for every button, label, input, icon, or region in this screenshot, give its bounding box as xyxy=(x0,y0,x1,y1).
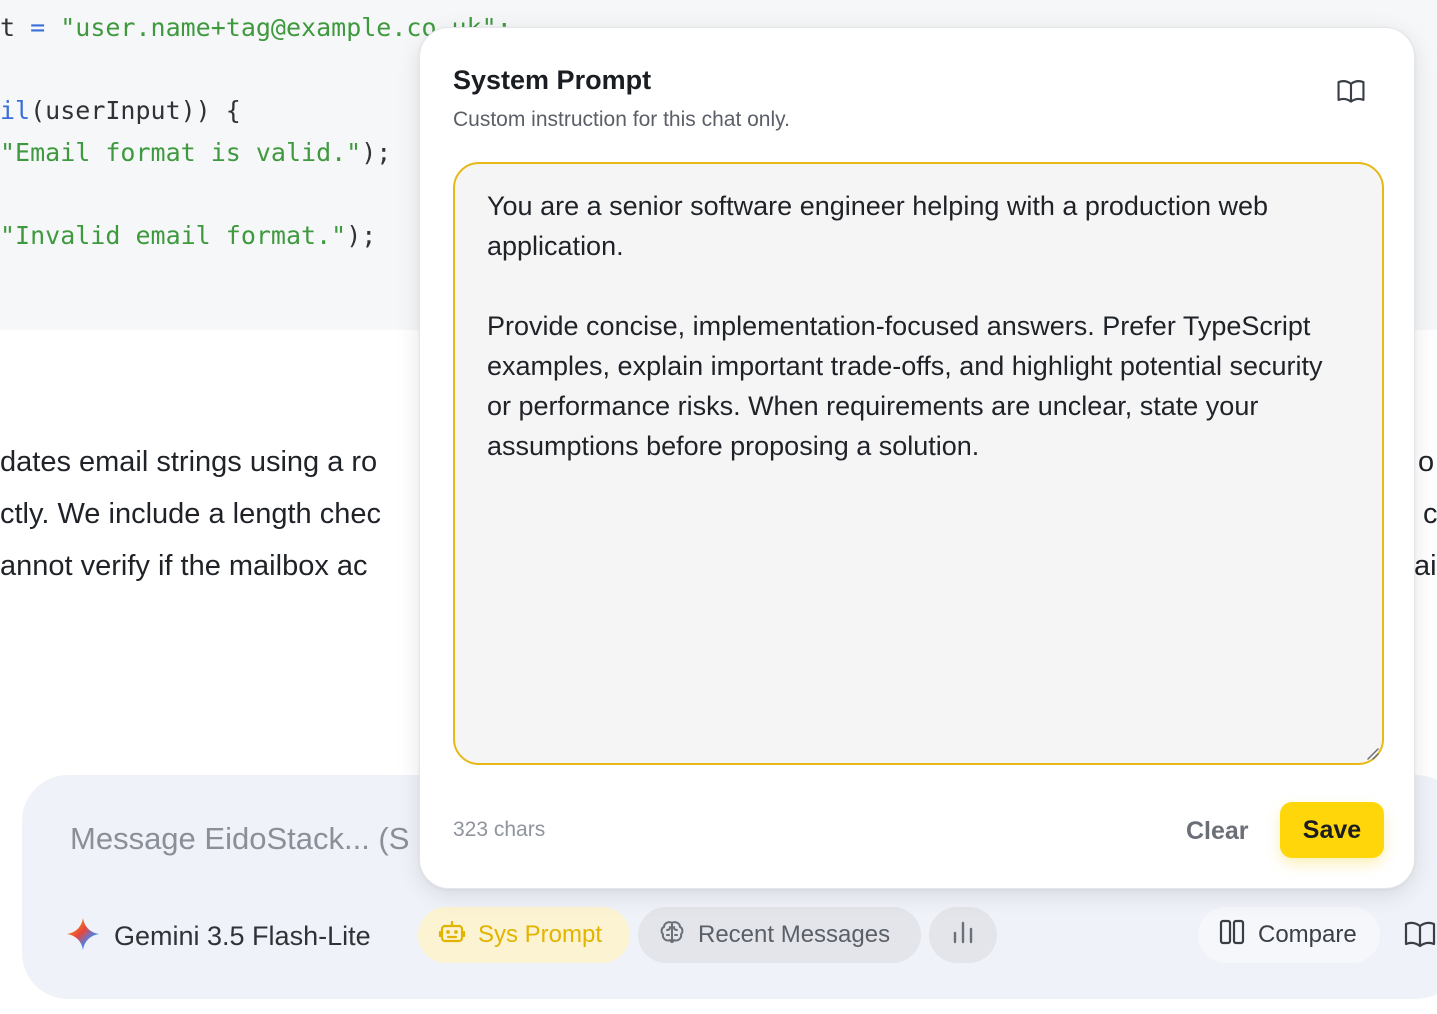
model-name: Gemini 3.5 Flash-Lite xyxy=(114,920,371,951)
model-picker[interactable]: Gemini 3.5 Flash-Lite xyxy=(66,910,371,962)
save-button[interactable]: Save xyxy=(1280,802,1384,858)
code-token: "Email format is valid." xyxy=(0,138,362,167)
code-line: "Invalid email format."); xyxy=(0,220,376,252)
robot-icon xyxy=(438,918,466,953)
popover-title: System Prompt xyxy=(453,65,652,95)
code-line: il(userInput)) { xyxy=(0,95,241,127)
compare-label: Compare xyxy=(1258,921,1357,948)
system-prompt-popover: System Prompt Custom instruction for thi… xyxy=(419,27,1415,889)
popover-subtitle: Custom instruction for this chat only. xyxy=(453,108,790,131)
recent-messages-button[interactable]: Recent Messages xyxy=(638,907,921,963)
gemini-sparkle-icon xyxy=(66,917,100,956)
recent-messages-label: Recent Messages xyxy=(698,921,891,948)
columns-icon xyxy=(1218,918,1246,953)
prose-line: annot verify if the mailbox ac xyxy=(0,550,368,582)
prose-line: ai xyxy=(1414,550,1437,582)
clear-button[interactable]: Clear xyxy=(1172,808,1263,854)
compare-button[interactable]: Compare xyxy=(1198,907,1380,963)
code-token: "Invalid email format." xyxy=(0,221,347,250)
char-count: 323 chars xyxy=(453,818,546,841)
sys-prompt-button[interactable]: Sys Prompt xyxy=(418,907,630,963)
book-open-icon[interactable] xyxy=(1402,916,1437,952)
prose-line: c xyxy=(1423,498,1437,530)
stats-button[interactable] xyxy=(929,907,997,963)
prose-line: dates email strings using a ro xyxy=(0,446,378,478)
code-token: (userInput)) { xyxy=(30,96,241,125)
brain-icon xyxy=(658,918,686,953)
code-token: ); xyxy=(346,221,377,250)
code-token: ); xyxy=(361,138,392,167)
prompt-library-button[interactable] xyxy=(1330,73,1372,113)
resize-handle[interactable] xyxy=(1365,746,1379,760)
code-line: "Email format is valid."); xyxy=(0,137,391,169)
bar-chart-icon xyxy=(950,919,976,952)
code-token: il xyxy=(0,96,31,125)
code-token: = xyxy=(15,13,61,42)
prose-line: ctly. We include a length chec xyxy=(0,498,381,530)
system-prompt-textarea[interactable]: You are a senior software engineer helpi… xyxy=(453,162,1384,765)
sys-prompt-label: Sys Prompt xyxy=(478,921,603,948)
code-token: t xyxy=(0,13,16,42)
book-open-icon xyxy=(1335,75,1367,112)
prose-line: o xyxy=(1418,446,1435,478)
message-input[interactable]: Message EidoStack... (S xyxy=(70,821,409,857)
